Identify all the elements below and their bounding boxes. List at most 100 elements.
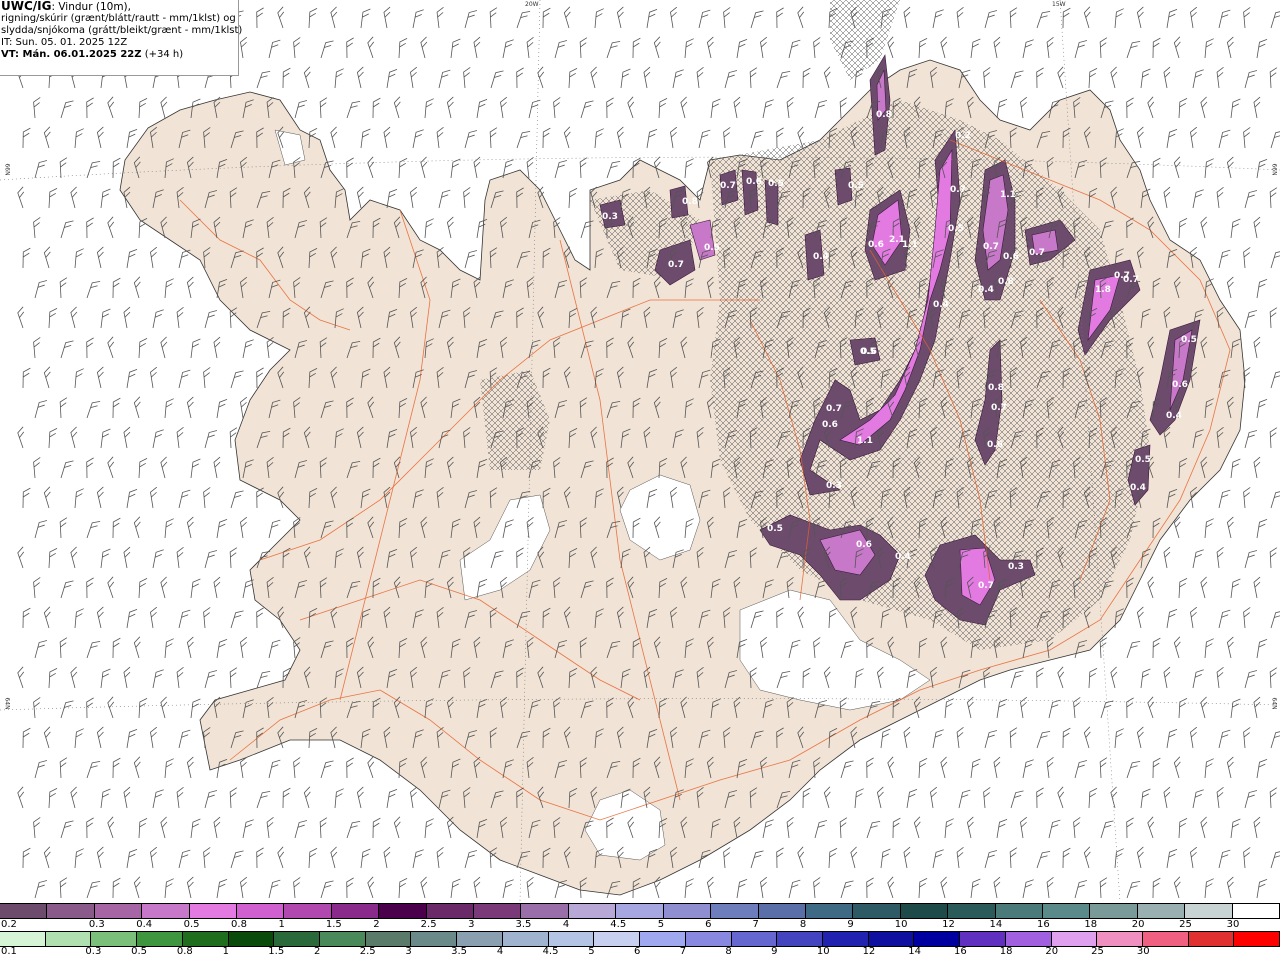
- precip-value-label: 0.5: [768, 179, 784, 189]
- precip-value-label: 0.4: [1166, 411, 1182, 421]
- legend-swatch: [900, 904, 949, 918]
- precip-value-label: 0.3: [1008, 562, 1024, 572]
- legend-swatch: [502, 932, 549, 946]
- legend-swatch: [594, 932, 641, 946]
- legend-swatch: [1234, 932, 1280, 946]
- precip-value-label: 0.8: [682, 197, 698, 207]
- title-variable: : Vindur (10m),: [51, 1, 131, 13]
- legend-tick-label: 4.5: [542, 946, 559, 957]
- legend-tick-label: 14: [908, 946, 922, 957]
- legend-swatch: [1232, 904, 1280, 918]
- legend-swatch: [0, 904, 48, 918]
- legend-swatch: [685, 932, 732, 946]
- legend-swatch: [47, 904, 95, 918]
- precip-value-label: 0.6: [822, 420, 838, 430]
- precip-value-label: 0.5: [767, 524, 783, 534]
- precip-value-label: 0.7: [720, 181, 736, 191]
- legend-tick-label: 1: [278, 919, 285, 930]
- legend-swatch: [948, 904, 996, 918]
- legend-swatch: [182, 932, 229, 946]
- precip-value-label: 0.7: [1123, 275, 1139, 285]
- legend-swatch: [142, 904, 190, 918]
- legend-swatch: [189, 904, 238, 918]
- precip-value-label: 0.5: [860, 347, 876, 357]
- legend-swatch: [137, 932, 183, 946]
- legend-tick-label: 3: [405, 946, 412, 957]
- title-line-3: slydda/snjókoma (grátt/bleikt/grænt - mm…: [1, 25, 243, 36]
- legend-tick-label: 12: [862, 946, 876, 957]
- precip-value-label: 0.6: [856, 540, 872, 550]
- legend-swatch: [853, 904, 901, 918]
- legend-swatch: [758, 904, 806, 918]
- legend-tick-label: 20: [1045, 946, 1059, 957]
- legend-tick-label: 1: [222, 946, 229, 957]
- precip-value-label: 0.8: [998, 277, 1014, 287]
- legend-snow-labels: 0.2 0.3 0.4 0.5 0.8 1 1.5 2 2.5 3 3.5 4 4.5 5 6 7 8 9 10 12…: [0, 918, 1280, 932]
- legend-swatch: [237, 904, 285, 918]
- precip-value-label: 0.4: [933, 300, 949, 310]
- precip-value-label: 1.1: [902, 240, 918, 250]
- legend-swatch: [94, 904, 143, 918]
- legend-tick-label: 6: [705, 919, 712, 930]
- legend-tick-label: 4: [562, 919, 570, 930]
- precip-value-label: 0.8: [988, 383, 1004, 393]
- precip-value-label: 0.7: [826, 404, 842, 414]
- legend-tick-label: 4.5: [610, 919, 627, 930]
- legend-swatch: [320, 932, 366, 946]
- grid-label-66n-right: 66N: [1270, 163, 1278, 176]
- legend-swatch: [331, 904, 380, 918]
- legend-tick-label: 2.5: [359, 946, 376, 957]
- legend-swatch: [1185, 904, 1233, 918]
- legend-tick-label: 18: [1084, 919, 1098, 930]
- precip-value-label: 1.8: [1095, 285, 1111, 295]
- precip-value-label: 0.7: [991, 403, 1007, 413]
- legend-swatch: [1142, 932, 1189, 946]
- valid-time: VT: Mán. 06.01.2025 22Z: [1, 49, 142, 60]
- legend-swatch: [91, 932, 138, 946]
- legend-tick-label: 0.3: [88, 919, 105, 930]
- legend-tick-label: 0.4: [136, 919, 153, 930]
- weather-map: [0, 0, 1280, 902]
- legend-swatch: [960, 932, 1006, 946]
- legend-tick-label: 7: [752, 919, 759, 930]
- precip-value-label: 0.3: [826, 481, 842, 491]
- precip-value-label: 1.1: [857, 436, 873, 446]
- legend-tick-label: 9: [847, 919, 854, 930]
- legend-swatch: [663, 904, 712, 918]
- legend-tick-label: 25: [1091, 946, 1104, 957]
- precip-value-label: 0.6: [1003, 252, 1019, 262]
- legend-rain-labels: 0.1 0.3 0.5 0.8 1 1.5 2 2.5 3 3.5 4 4.5 5 6 7 8 9 10 12 14 1…: [0, 945, 1280, 959]
- legend-swatch: [228, 932, 275, 946]
- legend-swatch: [1137, 904, 1186, 918]
- legend-swatch: [1051, 932, 1098, 946]
- legend-tick-label: 0.1: [1, 946, 17, 957]
- legend-tick-label: 14: [989, 919, 1003, 930]
- legend-tick-label: 16: [1036, 919, 1050, 930]
- legend-tick-label: 0.8: [231, 919, 247, 930]
- legend-tick-label: 8: [725, 946, 732, 957]
- legend-tick-label: 0.8: [176, 946, 193, 957]
- legend-swatch: [1042, 904, 1091, 918]
- legend-tick-label: 16: [954, 946, 967, 957]
- legend-tick-label: 1.5: [268, 946, 285, 957]
- grid-label-20w: 20W: [525, 1, 539, 8]
- map-info-box: UWC/IG: Vindur (10m), rigning/skúrir (gr…: [0, 0, 243, 76]
- legend-tick-label: 8: [799, 919, 807, 930]
- legend-swatch: [822, 932, 869, 946]
- legend-swatch: [474, 904, 522, 918]
- legend-tick-label: 30: [1136, 946, 1150, 957]
- precip-value-label: 0.6: [868, 240, 884, 250]
- legend-swatch: [711, 904, 759, 918]
- precip-value-label: 0.2: [955, 131, 971, 141]
- legend-swatch: [995, 904, 1043, 918]
- legend-tick-label: 0.3: [85, 946, 102, 957]
- legend-swatch: [457, 932, 503, 946]
- precip-value-label: 0.4: [1130, 483, 1146, 493]
- legend-swatch: [914, 932, 961, 946]
- legend-swatch: [805, 904, 854, 918]
- legend-tick-label: 4: [496, 946, 504, 957]
- legend-swatch: [284, 904, 332, 918]
- precip-value-label: 0.4: [895, 552, 911, 562]
- precip-value-label: 0.5: [1135, 455, 1151, 465]
- precip-value-label: 0.7: [978, 581, 994, 591]
